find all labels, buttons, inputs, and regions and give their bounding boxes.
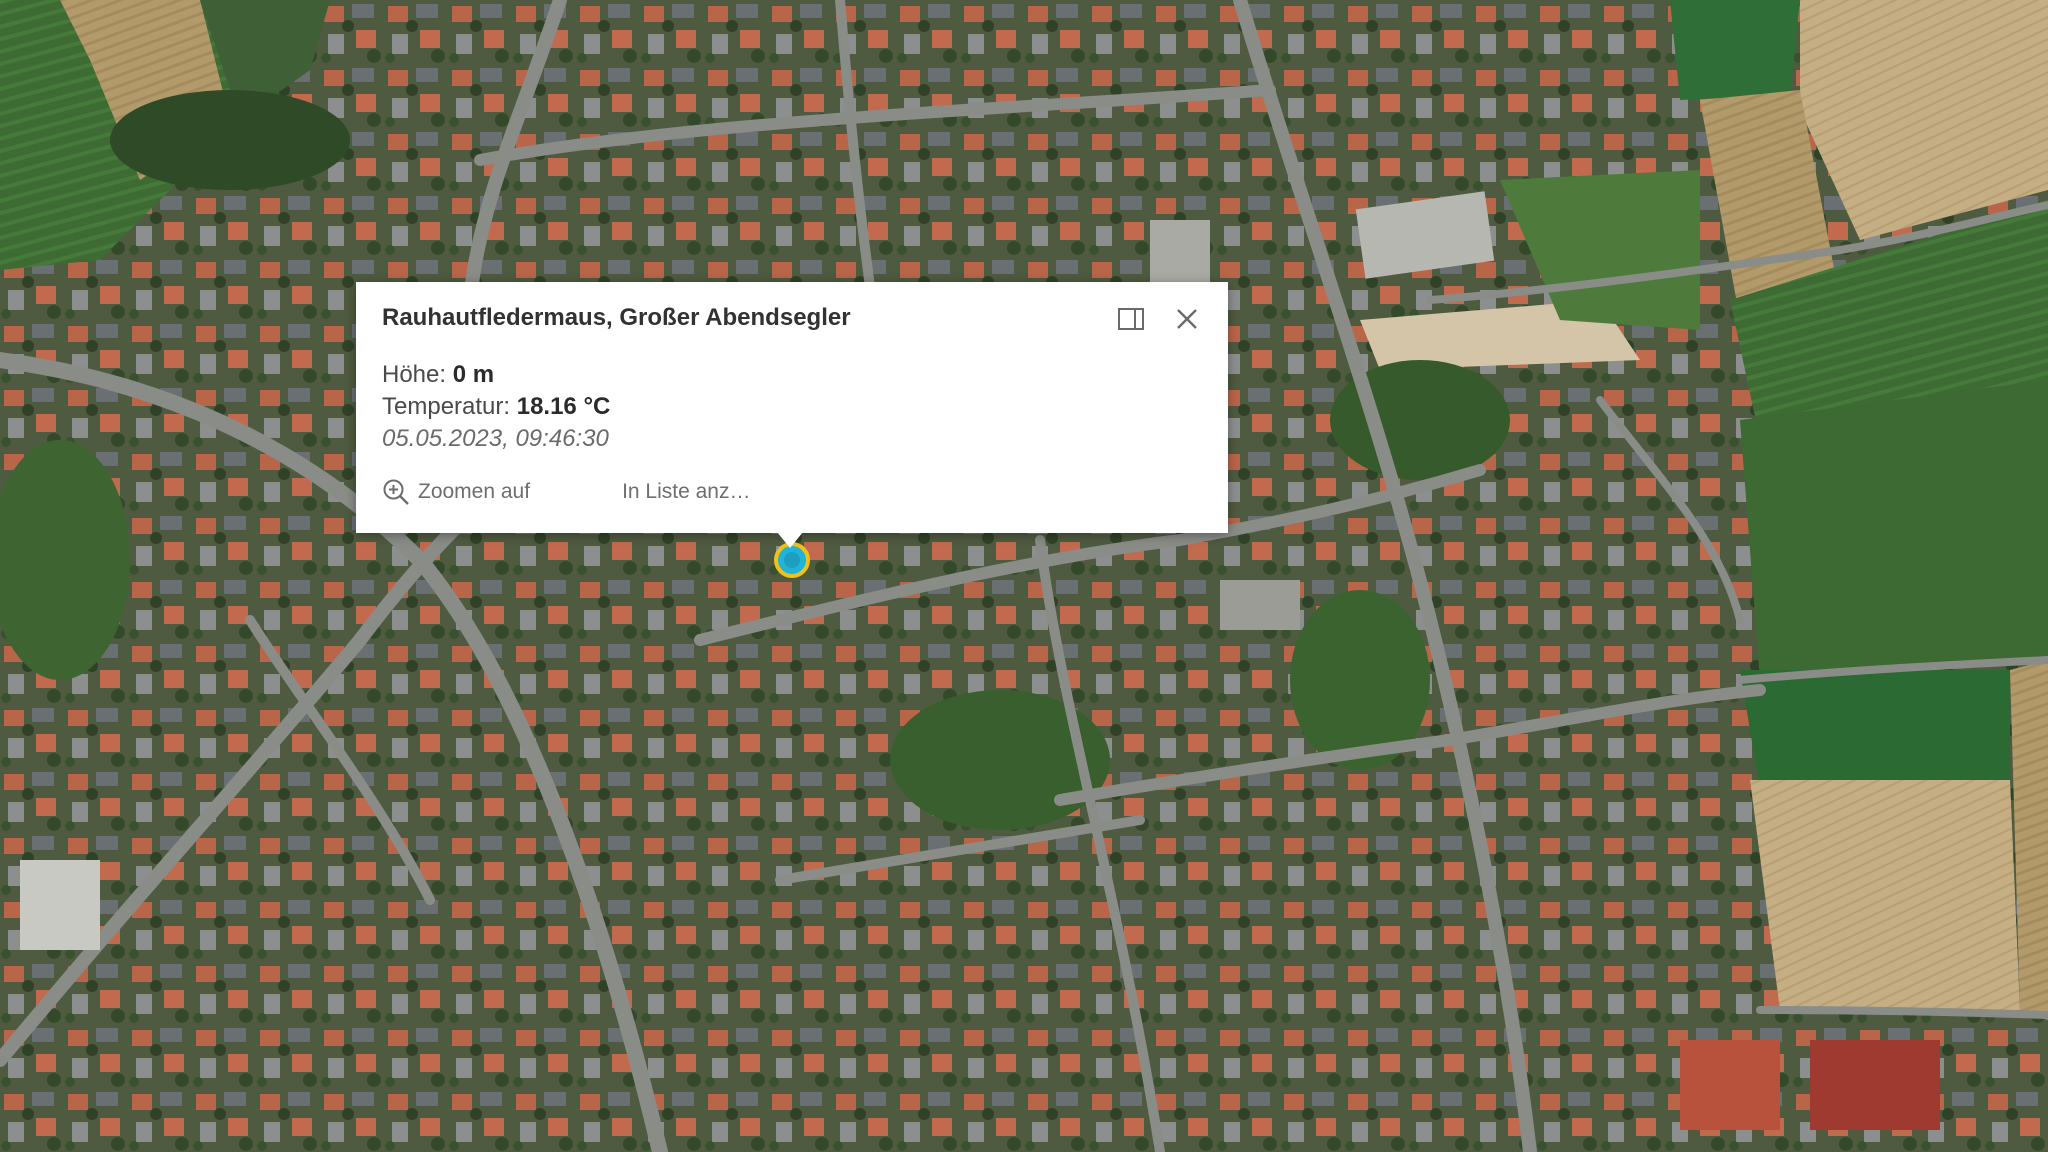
popup-pointer — [777, 532, 803, 548]
map-view[interactable] — [0, 0, 2048, 1152]
popup-content: Höhe: 0 m Temperatur: 18.16 °C 05.05.202… — [382, 359, 610, 455]
popup-header-actions — [1116, 304, 1202, 334]
feature-popup: Rauhautfledermaus, Großer Abendsegler Hö… — [356, 282, 1228, 533]
popup-title: Rauhautfledermaus, Großer Abendsegler — [382, 304, 851, 331]
zoom-in-icon — [383, 479, 409, 505]
field-temperatur: Temperatur: 18.16 °C — [382, 391, 610, 423]
timestamp: 05.05.2023, 09:46:30 — [382, 425, 609, 452]
zoom-to-label: Zoomen auf — [418, 480, 531, 503]
field-label: Höhe: — [382, 361, 453, 388]
close-icon[interactable] — [1172, 304, 1202, 334]
field-value: 0 m — [452, 361, 495, 388]
satellite-imagery — [0, 0, 2048, 1152]
show-in-list-button[interactable]: In Liste anz… — [622, 480, 750, 504]
show-in-list-label: In Liste anz… — [622, 480, 751, 503]
popup-footer-actions: Zoomen auf In Liste anz… — [382, 478, 750, 506]
field-hoehe: Höhe: 0 m — [382, 359, 610, 391]
dock-icon[interactable] — [1116, 304, 1146, 334]
field-value: 18.16 °C — [516, 393, 611, 420]
zoom-to-button[interactable]: Zoomen auf — [382, 478, 530, 506]
field-label: Temperatur: — [382, 393, 517, 420]
